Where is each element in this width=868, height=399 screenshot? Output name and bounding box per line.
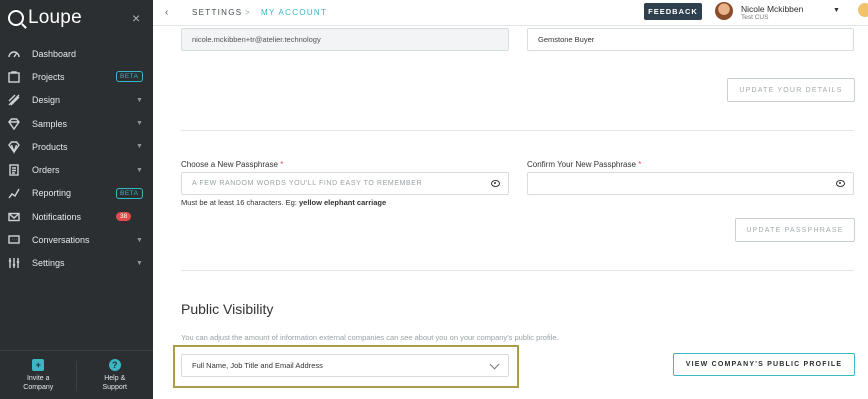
notifications-icon xyxy=(7,210,21,224)
new-passphrase-placeholder: A FEW RANDOM WORDS YOU'LL FIND EASY TO R… xyxy=(192,180,423,187)
update-passphrase-button[interactable]: UPDATE PASSPHRASE xyxy=(735,218,855,242)
sidebar-item-settings[interactable]: Settings ▼ xyxy=(0,252,153,275)
sidebar-item-label: Dashboard xyxy=(32,48,77,59)
email-value: nicole.mckibben+tr@atelier.technology xyxy=(192,35,321,44)
job-title-value: Gemstone Buyer xyxy=(538,35,595,44)
confirm-passphrase-label-text: Confirm Your New Passphrase xyxy=(527,160,636,169)
chevron-down-icon[interactable]: ▼ xyxy=(136,260,143,267)
required-mark: * xyxy=(638,160,642,169)
brand-name: Loupe xyxy=(28,7,82,28)
user-status-icon xyxy=(858,3,868,17)
sidebar-item-label: Samples xyxy=(32,118,68,129)
eye-icon[interactable] xyxy=(491,180,500,187)
sidebar-nav: Dashboard Projects BETA Design ▼ Samples… xyxy=(0,42,153,275)
orders-icon xyxy=(7,163,21,177)
hint-example: yellow elephant carriage xyxy=(299,198,387,207)
invite-company-button[interactable]: + Invite a Company xyxy=(0,351,77,399)
topbar: ‹ SETTINGS > MY ACCOUNT FEEDBACK Nicole … xyxy=(153,0,868,26)
required-mark: * xyxy=(280,160,284,169)
invite-label-line1: Invite a xyxy=(26,375,50,382)
help-label-line2: Support xyxy=(102,384,128,391)
chevron-down-icon[interactable]: ▼ xyxy=(136,167,143,174)
sidebar-item-label: Orders xyxy=(32,165,60,176)
sidebar-item-projects[interactable]: Projects BETA xyxy=(0,65,153,88)
public-visibility-description: You can adjust the amount of information… xyxy=(181,333,559,342)
chevron-down-icon[interactable]: ▼ xyxy=(136,120,143,127)
design-icon xyxy=(7,93,21,107)
sidebar: Loupe × Dashboard Projects BETA Design ▼… xyxy=(0,0,153,399)
public-visibility-title: Public Visibility xyxy=(181,301,274,317)
dashboard-icon xyxy=(7,47,21,61)
products-icon xyxy=(7,140,21,154)
job-title-field[interactable]: Gemstone Buyer xyxy=(527,28,854,51)
avatar[interactable] xyxy=(715,2,733,20)
samples-icon xyxy=(7,117,21,131)
sidebar-item-notifications[interactable]: Notifications 38 xyxy=(0,205,153,228)
sidebar-item-label: Settings xyxy=(32,258,65,269)
breadcrumb-my-account: MY ACCOUNT xyxy=(261,8,328,17)
confirm-passphrase-input[interactable] xyxy=(527,172,854,195)
sidebar-item-reporting[interactable]: Reporting BETA xyxy=(0,182,153,205)
help-icon: ? xyxy=(108,359,121,371)
user-company: Test CUS xyxy=(741,14,769,21)
settings-sliders-icon xyxy=(7,256,21,270)
chevron-down-icon[interactable]: ▼ xyxy=(136,97,143,104)
update-details-button[interactable]: UPDATE YOUR DETAILS xyxy=(727,78,855,102)
sidebar-item-orders[interactable]: Orders ▼ xyxy=(0,158,153,181)
passphrase-hint: Must be at least 16 characters. Eg: yell… xyxy=(181,198,386,207)
view-public-profile-button[interactable]: VIEW COMPANY'S PUBLIC PROFILE xyxy=(673,353,855,376)
feedback-button[interactable]: FEEDBACK xyxy=(644,3,702,20)
conversations-icon xyxy=(7,233,21,247)
brand-logo[interactable]: Loupe xyxy=(8,6,82,30)
invite-icon: + xyxy=(32,359,45,371)
help-support-button[interactable]: ? Help & Support xyxy=(77,351,154,399)
chevron-down-icon[interactable]: ▼ xyxy=(136,237,143,244)
sidebar-footer: + Invite a Company ? Help & Support xyxy=(0,350,153,399)
beta-badge: BETA xyxy=(116,187,143,199)
sidebar-item-conversations[interactable]: Conversations ▼ xyxy=(0,228,153,251)
divider xyxy=(181,270,854,271)
new-passphrase-input[interactable]: A FEW RANDOM WORDS YOU'LL FIND EASY TO R… xyxy=(181,172,509,195)
sidebar-item-label: Conversations xyxy=(32,235,90,246)
close-icon[interactable]: × xyxy=(132,10,140,26)
sidebar-item-label: Products xyxy=(32,141,68,152)
main-content: nicole.mckibben+tr@atelier.technology Ge… xyxy=(153,27,868,399)
breadcrumb-settings[interactable]: SETTINGS xyxy=(192,8,242,17)
hint-text: Must be at least 16 characters. Eg: xyxy=(181,198,297,207)
reporting-icon xyxy=(7,186,21,200)
divider xyxy=(181,130,854,131)
new-passphrase-label-text: Choose a New Passphrase xyxy=(181,160,278,169)
user-name[interactable]: Nicole Mckibben xyxy=(741,4,803,14)
sidebar-item-samples[interactable]: Samples ▼ xyxy=(0,112,153,135)
sidebar-item-label: Design xyxy=(32,95,61,106)
invite-label-line2: Company xyxy=(23,384,54,391)
visibility-select[interactable]: Full Name, Job Title and Email Address xyxy=(181,354,509,377)
eye-icon[interactable] xyxy=(836,180,845,187)
chevron-down-icon xyxy=(489,359,500,370)
loupe-icon xyxy=(8,10,24,26)
help-label-line1: Help & xyxy=(104,375,126,382)
confirm-passphrase-label: Confirm Your New Passphrase * xyxy=(527,160,641,169)
sidebar-item-products[interactable]: Products ▼ xyxy=(0,135,153,158)
sidebar-item-design[interactable]: Design ▼ xyxy=(0,89,153,112)
sidebar-item-dashboard[interactable]: Dashboard xyxy=(0,42,153,65)
divider xyxy=(76,361,77,391)
breadcrumb-separator: > xyxy=(245,8,251,17)
notification-count-badge: 38 xyxy=(116,212,132,222)
beta-badge: BETA xyxy=(116,71,143,83)
chevron-down-icon[interactable]: ▼ xyxy=(136,143,143,150)
sidebar-item-label: Projects xyxy=(32,71,65,82)
new-passphrase-label: Choose a New Passphrase * xyxy=(181,160,283,169)
sidebar-item-label: Reporting xyxy=(32,188,72,199)
email-field[interactable]: nicole.mckibben+tr@atelier.technology xyxy=(181,28,509,51)
projects-icon xyxy=(7,70,21,84)
user-menu-caret-icon[interactable]: ▼ xyxy=(833,7,840,14)
sidebar-item-label: Notifications xyxy=(32,211,82,222)
back-arrow-icon[interactable]: ‹ xyxy=(165,7,168,18)
visibility-selected-value: Full Name, Job Title and Email Address xyxy=(192,361,323,370)
